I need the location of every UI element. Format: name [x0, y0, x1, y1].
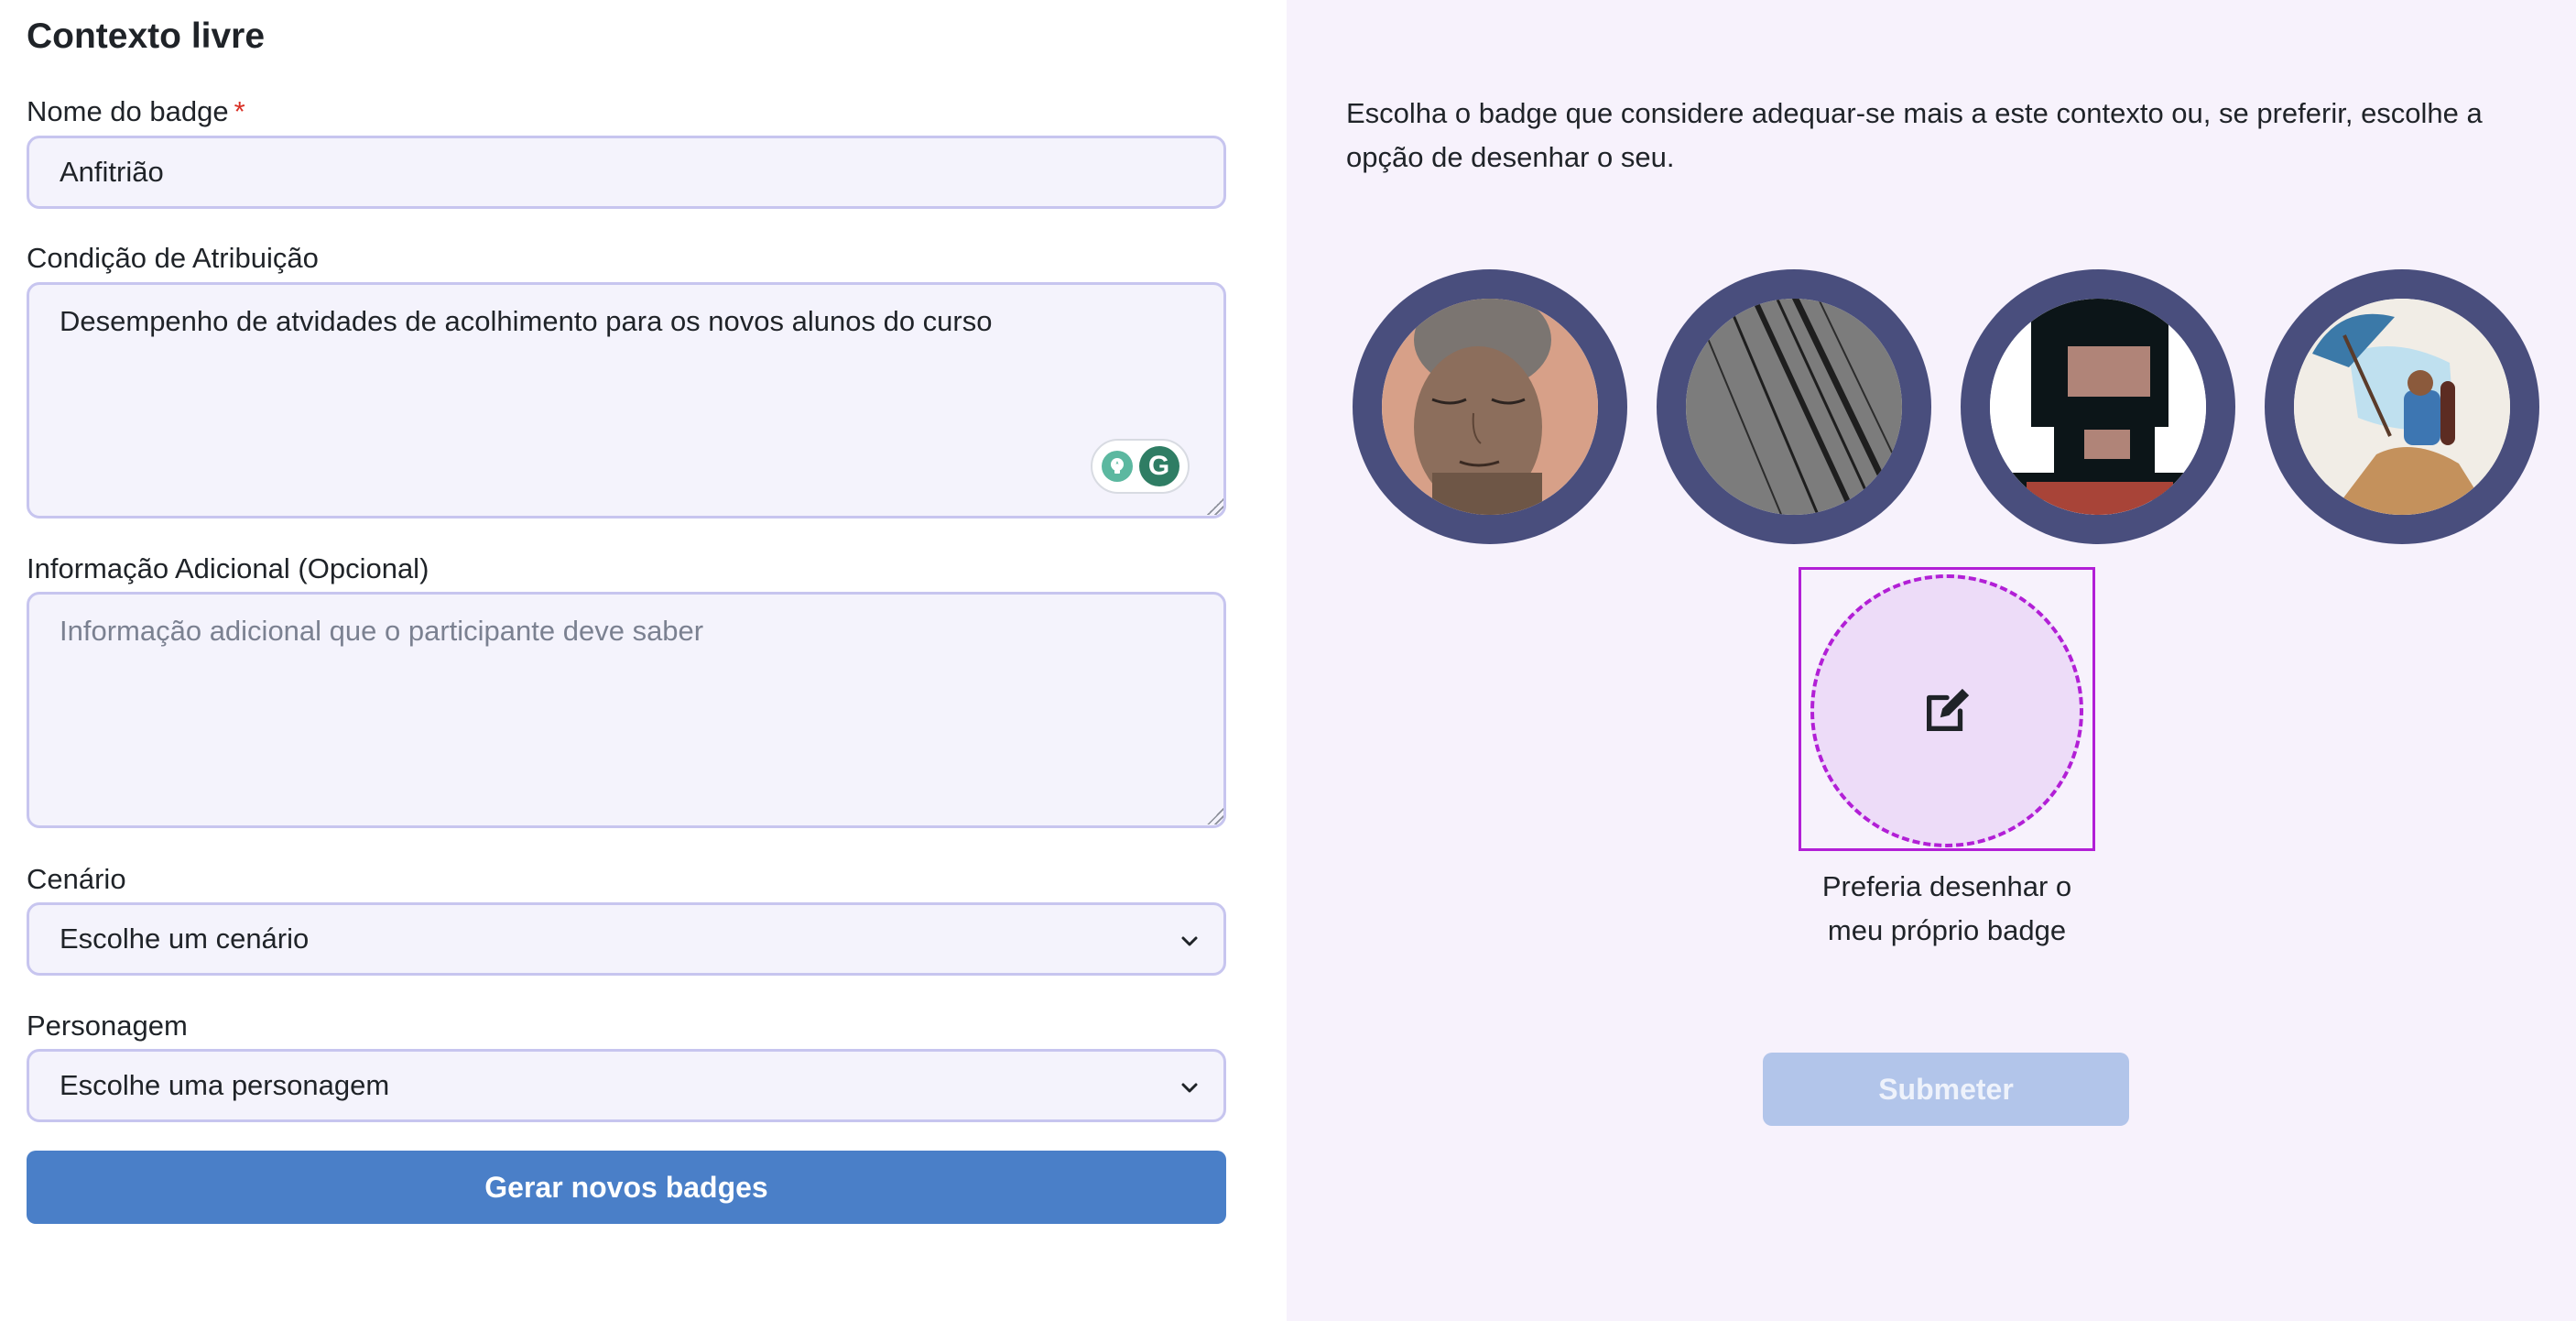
selection-instructions: Escolha o badge que considere adequar-se…: [1346, 97, 2483, 173]
scenario-select[interactable]: Escolhe um cenário: [27, 902, 1226, 976]
draw-own-badge-option[interactable]: [1799, 567, 2095, 851]
character-select-value: Escolhe uma personagem: [60, 1069, 390, 1101]
badge-form-panel: Contexto livre Nome do badge* Condição d…: [0, 0, 1287, 1321]
diagonal-lines-badge: [1686, 299, 1902, 515]
additional-info-resize-handle[interactable]: [1207, 808, 1223, 824]
condition-textarea[interactable]: Desempenho de atvidades de acolhimento p…: [27, 282, 1226, 519]
character-label: Personagem: [27, 1010, 188, 1042]
badge-name-input[interactable]: [27, 136, 1226, 209]
form-title: Contexto livre: [27, 16, 266, 56]
chevron-down-icon: [1181, 1083, 1198, 1093]
badge-option-4[interactable]: [2265, 269, 2539, 544]
condition-label: Condição de Atribuição: [27, 242, 319, 274]
submit-button[interactable]: Submeter: [1763, 1053, 2129, 1126]
edit-icon: [1927, 688, 1970, 731]
portrait-woman-badge: [1382, 299, 1598, 515]
lightbulb-icon[interactable]: [1101, 451, 1133, 482]
badge-name-label: Nome do badge *: [27, 95, 245, 128]
condition-resize-handle[interactable]: [1207, 498, 1223, 515]
required-mark: *: [234, 95, 245, 127]
robot-face-badge: [1990, 299, 2206, 515]
draw-badge-circle[interactable]: [1810, 574, 2083, 847]
badge-option-2[interactable]: [1657, 269, 1931, 544]
grammarly-widget[interactable]: G: [1091, 439, 1190, 494]
badge-name-label-text: Nome do badge: [27, 95, 229, 127]
grammarly-icon[interactable]: G: [1138, 446, 1179, 486]
additional-info-textarea[interactable]: [27, 592, 1226, 828]
scenario-select-value: Escolhe um cenário: [60, 923, 310, 955]
draw-label-line-2: meu próprio badge: [1827, 914, 2067, 946]
draw-own-badge-label: Preferia desenhar o meu próprio badge: [1764, 865, 2130, 953]
badge-option-1[interactable]: [1353, 269, 1627, 544]
scenario-label: Cenário: [27, 863, 126, 895]
chevron-down-icon: [1181, 936, 1198, 946]
character-select[interactable]: Escolhe uma personagem: [27, 1049, 1226, 1122]
additional-info-label: Informação Adicional (Opcional): [27, 552, 429, 584]
badge-option-3[interactable]: [1961, 269, 2235, 544]
umbrella-figure-badge: [2294, 299, 2510, 515]
generate-badges-button[interactable]: Gerar novos badges: [27, 1151, 1226, 1224]
draw-label-line-1: Preferia desenhar o: [1821, 870, 2072, 902]
